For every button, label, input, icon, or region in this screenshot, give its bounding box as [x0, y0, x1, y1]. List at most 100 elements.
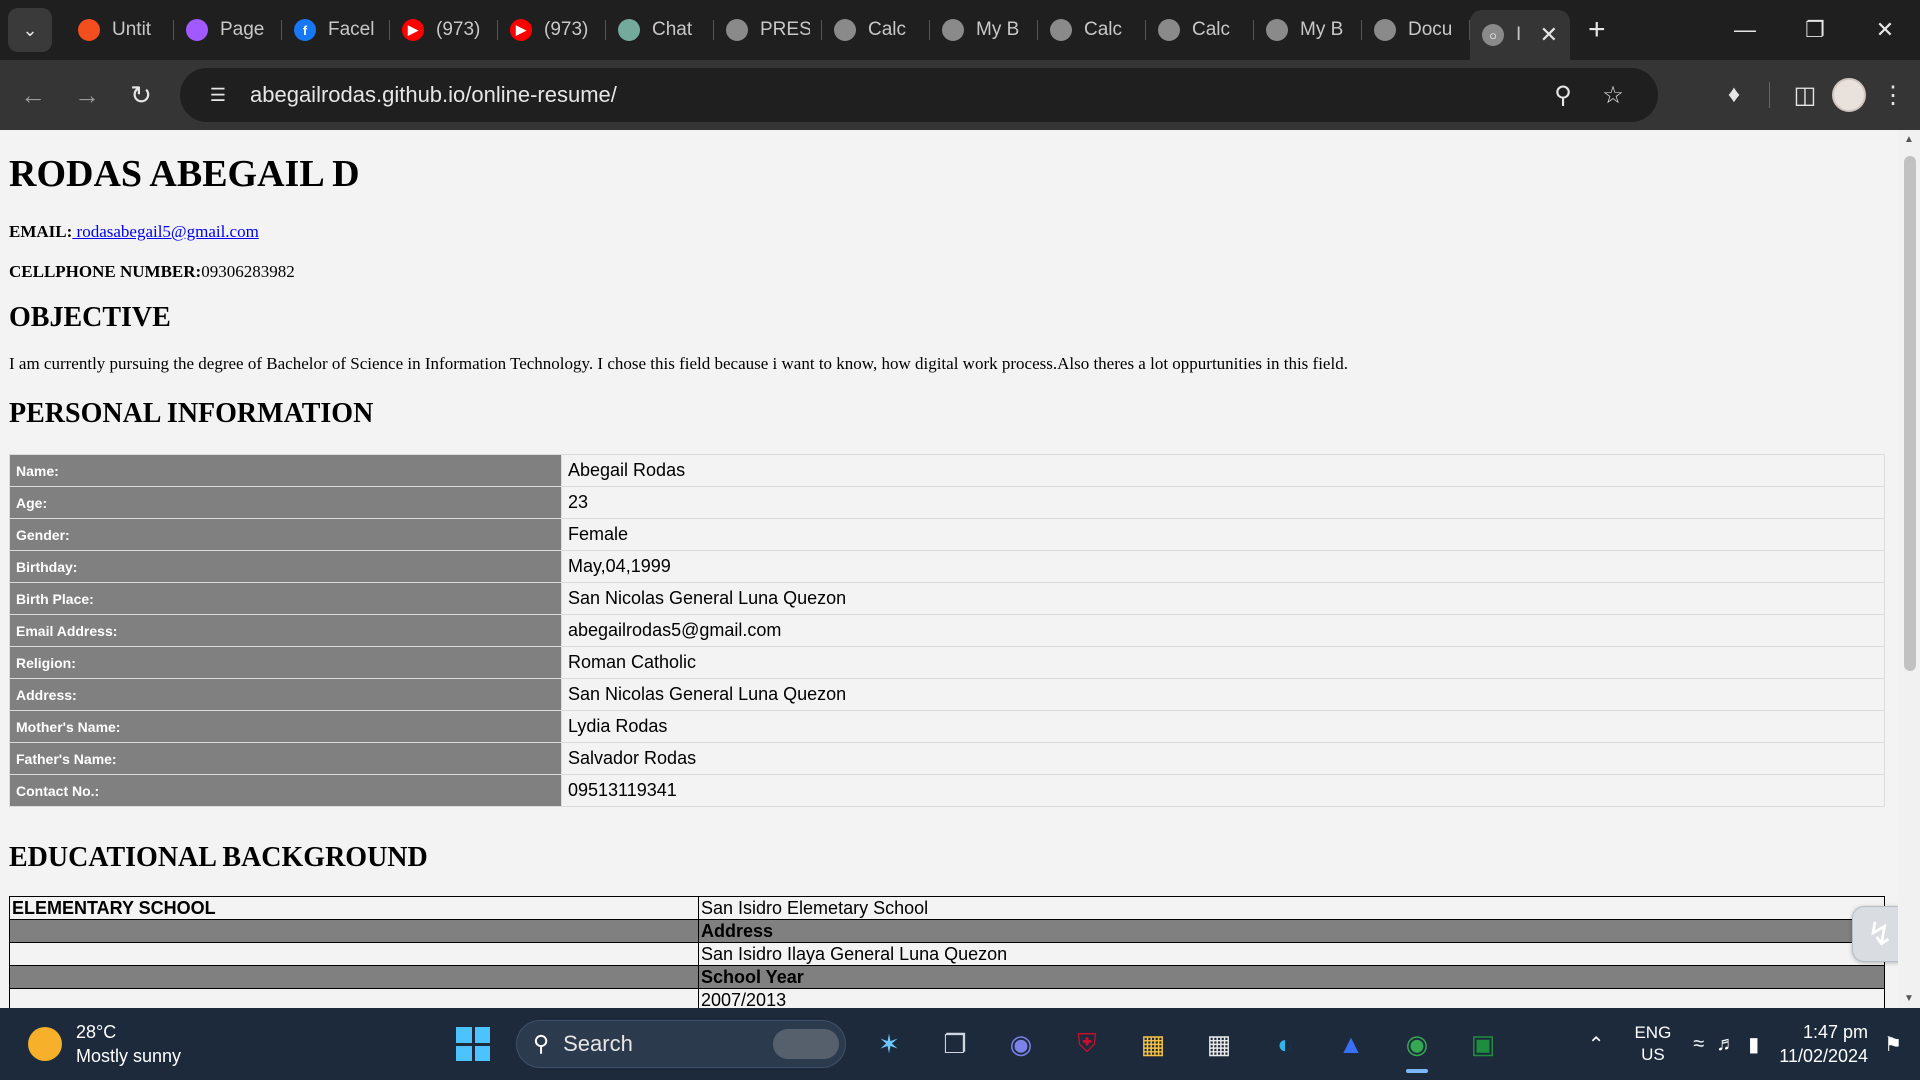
- address-bar[interactable]: ☰ abegailrodas.github.io/online-resume/ …: [180, 68, 1658, 122]
- start-button[interactable]: [444, 1015, 502, 1073]
- tab[interactable]: ▶ (973): [390, 8, 498, 52]
- resume-name: RODAS ABEGAIL D: [9, 153, 360, 195]
- info-label: Birth Place:: [9, 582, 562, 615]
- close-icon[interactable]: ✕: [1540, 22, 1558, 48]
- info-label: Contact No.:: [9, 774, 562, 807]
- notification-bell-icon[interactable]: ⚑: [1884, 1032, 1902, 1057]
- new-tab-button[interactable]: +: [1588, 13, 1606, 47]
- tab[interactable]: My B: [930, 8, 1038, 52]
- objective-text: I am currently pursuing the degree of Ba…: [9, 354, 1348, 373]
- sun-icon: [28, 1027, 62, 1061]
- table-row: Contact No.: 09513119341: [9, 774, 1885, 807]
- classroom-icon[interactable]: ▣: [1454, 1015, 1512, 1073]
- empty-cell: [9, 988, 699, 1008]
- system-tray: ⌃ ENG US ≈ ♬ ▮ 1:47 pm 11/02/2024 ⚑: [1588, 1008, 1920, 1080]
- temperature: 28°C: [76, 1022, 117, 1042]
- restore-icon[interactable]: ❐: [1780, 0, 1850, 60]
- tab[interactable]: f Facel: [282, 8, 390, 52]
- menu-icon[interactable]: ⋮: [1866, 81, 1920, 110]
- wifi-icon[interactable]: ≈: [1693, 1033, 1704, 1056]
- tab-label: Docu: [1408, 19, 1453, 40]
- school-year-label: School Year: [698, 965, 1885, 989]
- info-label: Name:: [9, 454, 562, 487]
- info-label: Address:: [9, 678, 562, 711]
- address-label: Address: [698, 919, 1885, 943]
- site-info-icon[interactable]: ☰: [204, 81, 232, 109]
- globe-icon: [1266, 19, 1288, 41]
- mcafee-icon[interactable]: ⛨: [1058, 1015, 1116, 1073]
- app-icon[interactable]: ▲: [1322, 1015, 1380, 1073]
- tab-strip: ⌄ Untit Page f Facel ▶ (973) ▶ (973) Chat PRES Cal…: [0, 0, 1920, 60]
- info-label: Mother's Name:: [9, 710, 562, 743]
- tab-label: Chat: [652, 19, 693, 40]
- windows-icon: [456, 1027, 490, 1061]
- taskbar-search[interactable]: ⚲ Search: [516, 1020, 846, 1068]
- microsoft-store-icon[interactable]: ▦: [1190, 1015, 1248, 1073]
- personal-info-table: Name: Abegail Rodas Age: 23 Gender: Female Bir…: [9, 454, 1885, 807]
- tab-search-button[interactable]: ⌄: [8, 8, 52, 52]
- scroll-thumb[interactable]: [1904, 156, 1916, 671]
- tab[interactable]: ▶ (973): [498, 8, 606, 52]
- chrome-icon[interactable]: ◉: [1388, 1015, 1446, 1073]
- back-button[interactable]: ←: [6, 68, 60, 122]
- info-value: Abegail Rodas: [561, 454, 1885, 487]
- table-row: 2007/2013: [9, 988, 1885, 1008]
- scroll-down-arrow[interactable]: ▼: [1903, 993, 1915, 1004]
- task-view-icon[interactable]: ❐: [926, 1015, 984, 1073]
- phone-value: 09306283982: [201, 262, 295, 281]
- email-link[interactable]: rodasabegail5@gmail.com: [72, 222, 259, 241]
- globe-icon: [1374, 19, 1396, 41]
- chevron-up-icon[interactable]: ⌃: [1588, 1032, 1605, 1057]
- weather-widget[interactable]: 28°C Mostly sunny: [28, 1020, 181, 1068]
- language-indicator[interactable]: ENG US: [1634, 1022, 1671, 1066]
- tab[interactable]: Calc: [822, 8, 930, 52]
- zoom-icon[interactable]: ⚲: [1538, 81, 1588, 110]
- scrollbar[interactable]: ▲ ▼: [1898, 130, 1920, 1008]
- clock[interactable]: 1:47 pm 11/02/2024: [1779, 1020, 1868, 1068]
- forward-button[interactable]: →: [60, 68, 114, 122]
- tab-label: My B: [1300, 19, 1344, 40]
- minimize-icon[interactable]: —: [1710, 0, 1780, 60]
- email-line: EMAIL: rodasabegail5@gmail.com: [9, 222, 259, 242]
- battery-icon[interactable]: ▮: [1748, 1032, 1759, 1057]
- tab[interactable]: Calc: [1038, 8, 1146, 52]
- profile-avatar[interactable]: [1832, 78, 1866, 112]
- tab-list: Untit Page f Facel ▶ (973) ▶ (973) Chat PRES Calc M…: [66, 0, 1470, 60]
- tab[interactable]: My B: [1254, 8, 1362, 52]
- copilot-icon[interactable]: ✶: [860, 1015, 918, 1073]
- tab[interactable]: Untit: [66, 8, 174, 52]
- tab-label: Page: [220, 19, 265, 40]
- url-text[interactable]: abegailrodas.github.io/online-resume/: [250, 82, 617, 108]
- bookmark-star-icon[interactable]: ☆: [1588, 81, 1638, 110]
- info-label: Age:: [9, 486, 562, 519]
- scroll-up-arrow[interactable]: ▲: [1903, 134, 1915, 145]
- info-label: Birthday:: [9, 550, 562, 583]
- empty-cell: [9, 942, 699, 966]
- phone-label: CELLPHONE NUMBER:: [9, 262, 202, 281]
- file-explorer-icon[interactable]: ▦: [1124, 1015, 1182, 1073]
- teams-chat-icon[interactable]: ◉: [992, 1015, 1050, 1073]
- info-value: Lydia Rodas: [561, 710, 1885, 743]
- tab[interactable]: PRES: [714, 8, 822, 52]
- edge-icon[interactable]: ◐: [1256, 1015, 1314, 1073]
- side-panel-icon[interactable]: ◫: [1778, 81, 1832, 110]
- extensions-icon[interactable]: ♦: [1707, 81, 1761, 109]
- close-window-icon[interactable]: ✕: [1850, 0, 1920, 60]
- table-row: Religion: Roman Catholic: [9, 646, 1885, 679]
- browser-toolbar: ← → ↻ ☰ abegailrodas.github.io/online-re…: [0, 60, 1920, 130]
- table-row: Gender: Female: [9, 518, 1885, 551]
- toolbar-divider: [1769, 82, 1770, 108]
- tab-active[interactable]: ○ I ✕: [1470, 10, 1570, 60]
- volume-icon[interactable]: ♬: [1716, 1033, 1736, 1056]
- floating-extension-button[interactable]: ↯: [1852, 906, 1898, 962]
- table-row: Birthday: May,04,1999: [9, 550, 1885, 583]
- tab-label: Facel: [328, 19, 375, 40]
- email-label: EMAIL:: [9, 222, 73, 241]
- globe-icon: [942, 19, 964, 41]
- tab[interactable]: Calc: [1146, 8, 1254, 52]
- tab[interactable]: Chat: [606, 8, 714, 52]
- reload-button[interactable]: ↻: [114, 68, 168, 122]
- chatgpt-icon: [618, 19, 640, 41]
- tab[interactable]: Page: [174, 8, 282, 52]
- tab[interactable]: Docu: [1362, 8, 1470, 52]
